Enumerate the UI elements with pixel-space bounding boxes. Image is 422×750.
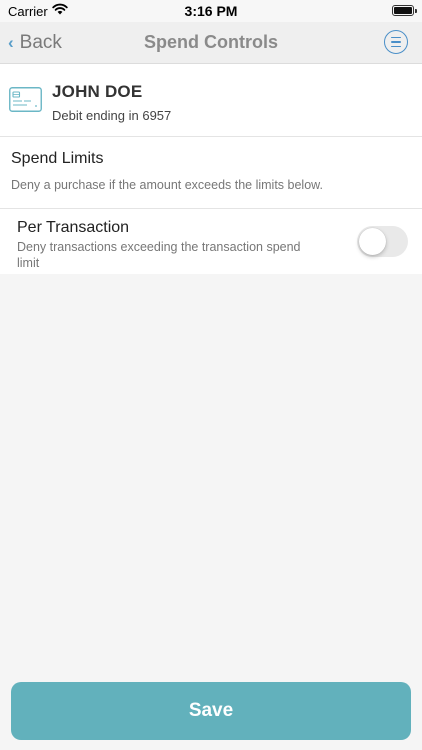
card-summary: JOHN DOE Debit ending in 6957: [0, 64, 422, 137]
status-bar: Carrier 3:16 PM: [0, 0, 422, 22]
per-transaction-title: Per Transaction: [17, 219, 130, 236]
save-button[interactable]: Save: [11, 682, 411, 740]
per-transaction-toggle[interactable]: [357, 226, 408, 257]
spend-limits-section: Spend Limits Deny a purchase if the amou…: [0, 137, 422, 209]
battery-full-icon: [392, 5, 417, 16]
credit-card-icon: [9, 87, 42, 117]
toggle-knob: [359, 228, 386, 255]
page-title: Spend Controls: [144, 32, 278, 52]
per-transaction-row: Per Transaction Deny transactions exceed…: [0, 209, 422, 274]
cardholder-name: JOHN DOE: [52, 82, 143, 101]
per-transaction-description: Deny transactions exceeding the transact…: [17, 240, 301, 270]
status-time: 3:16 PM: [184, 3, 238, 19]
navigation-bar: ‹ Back Spend Controls: [0, 22, 422, 64]
hamburger-circle-icon[interactable]: [384, 30, 408, 54]
spend-limits-title: Spend Limits: [11, 150, 104, 167]
spend-limits-description: Deny a purchase if the amount exceeds th…: [11, 178, 323, 192]
card-subtitle: Debit ending in 6957: [52, 108, 172, 123]
